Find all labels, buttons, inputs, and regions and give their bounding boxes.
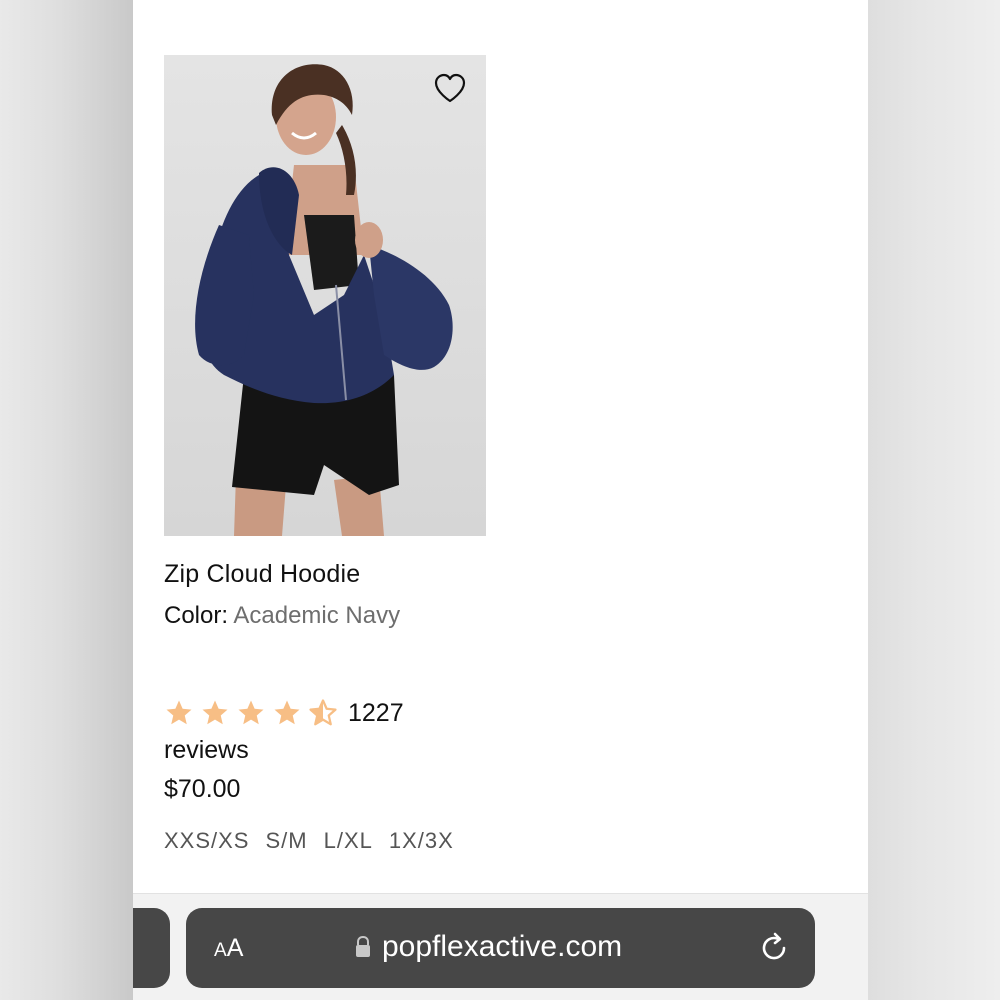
reload-icon[interactable] xyxy=(758,932,790,964)
product-image[interactable] xyxy=(164,55,486,536)
url-display[interactable]: popflexactive.com xyxy=(354,930,622,964)
product-price: $70.00 xyxy=(164,775,241,803)
color-label: Color: xyxy=(164,602,229,629)
background-right xyxy=(868,0,1000,1000)
star-icon xyxy=(166,700,192,725)
size-option[interactable]: 1X/3X xyxy=(389,828,454,854)
text-size-large-a: A xyxy=(226,934,244,962)
size-list: XXS/XS S/M L/XL 1X/3X xyxy=(164,828,454,854)
wishlist-heart-icon[interactable] xyxy=(434,73,468,107)
size-option[interactable]: L/XL xyxy=(324,828,373,854)
rating-row[interactable]: 1227 xyxy=(164,698,404,728)
lock-icon xyxy=(356,935,370,957)
reviews-label[interactable]: reviews xyxy=(164,736,249,765)
half-star-icon xyxy=(309,699,337,726)
review-count[interactable]: 1227 xyxy=(348,699,404,728)
product-color: Color: Academic Navy xyxy=(164,602,400,630)
browser-toolbar: AA popflexactive.com xyxy=(133,894,868,1000)
text-size-button[interactable]: AA xyxy=(214,934,243,963)
star-icon xyxy=(202,700,228,725)
background-left xyxy=(0,0,133,1000)
size-option[interactable]: XXS/XS xyxy=(164,828,249,854)
star-icon xyxy=(238,700,264,725)
color-value: Academic Navy xyxy=(233,602,401,629)
text-size-small-a: A xyxy=(214,940,227,961)
url-text: popflexactive.com xyxy=(382,930,623,963)
phone-screen: Zip Cloud Hoodie Color: Academic Navy 12… xyxy=(133,0,868,1000)
address-bar[interactable]: AA popflexactive.com xyxy=(186,908,815,988)
star-icon xyxy=(274,700,300,725)
previous-tab-button[interactable] xyxy=(133,908,170,988)
product-title[interactable]: Zip Cloud Hoodie xyxy=(164,560,360,589)
size-option[interactable]: S/M xyxy=(265,828,307,854)
product-photo xyxy=(164,55,486,536)
